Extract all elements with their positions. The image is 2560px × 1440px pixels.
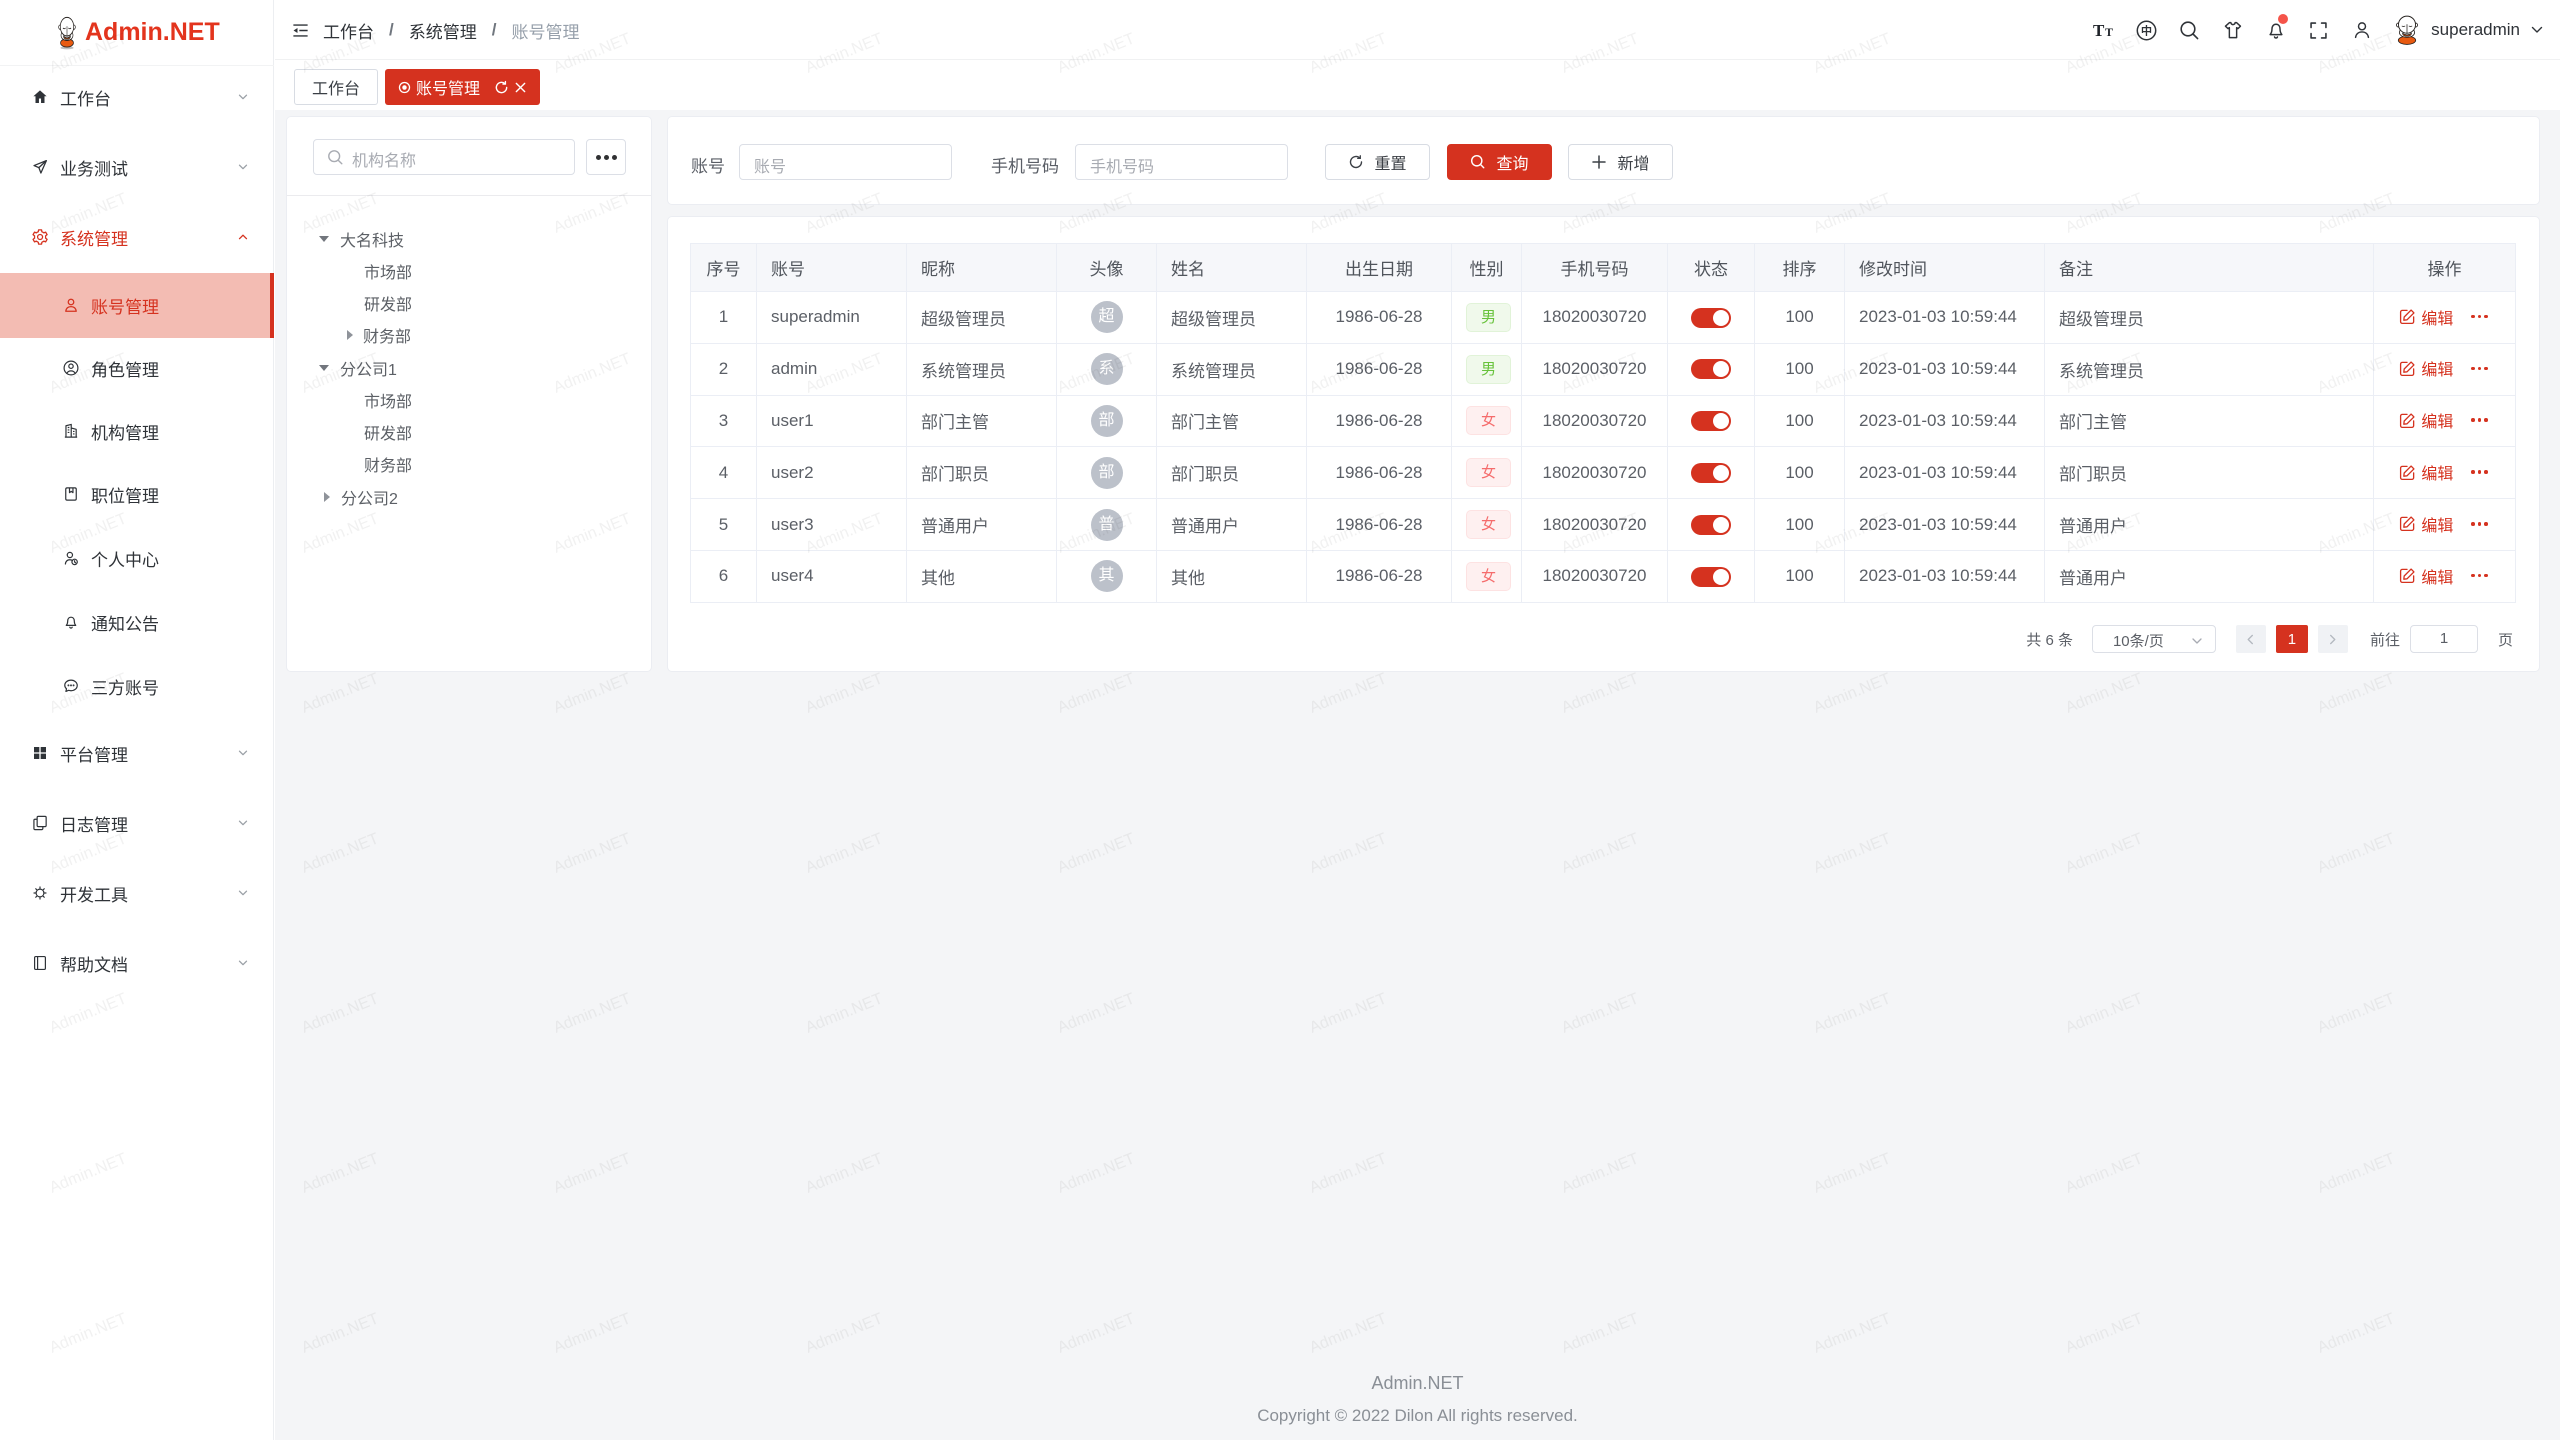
svg-text:T: T bbox=[2105, 25, 2113, 39]
svg-text:中: 中 bbox=[2141, 23, 2152, 37]
svg-text:T: T bbox=[2093, 21, 2105, 40]
